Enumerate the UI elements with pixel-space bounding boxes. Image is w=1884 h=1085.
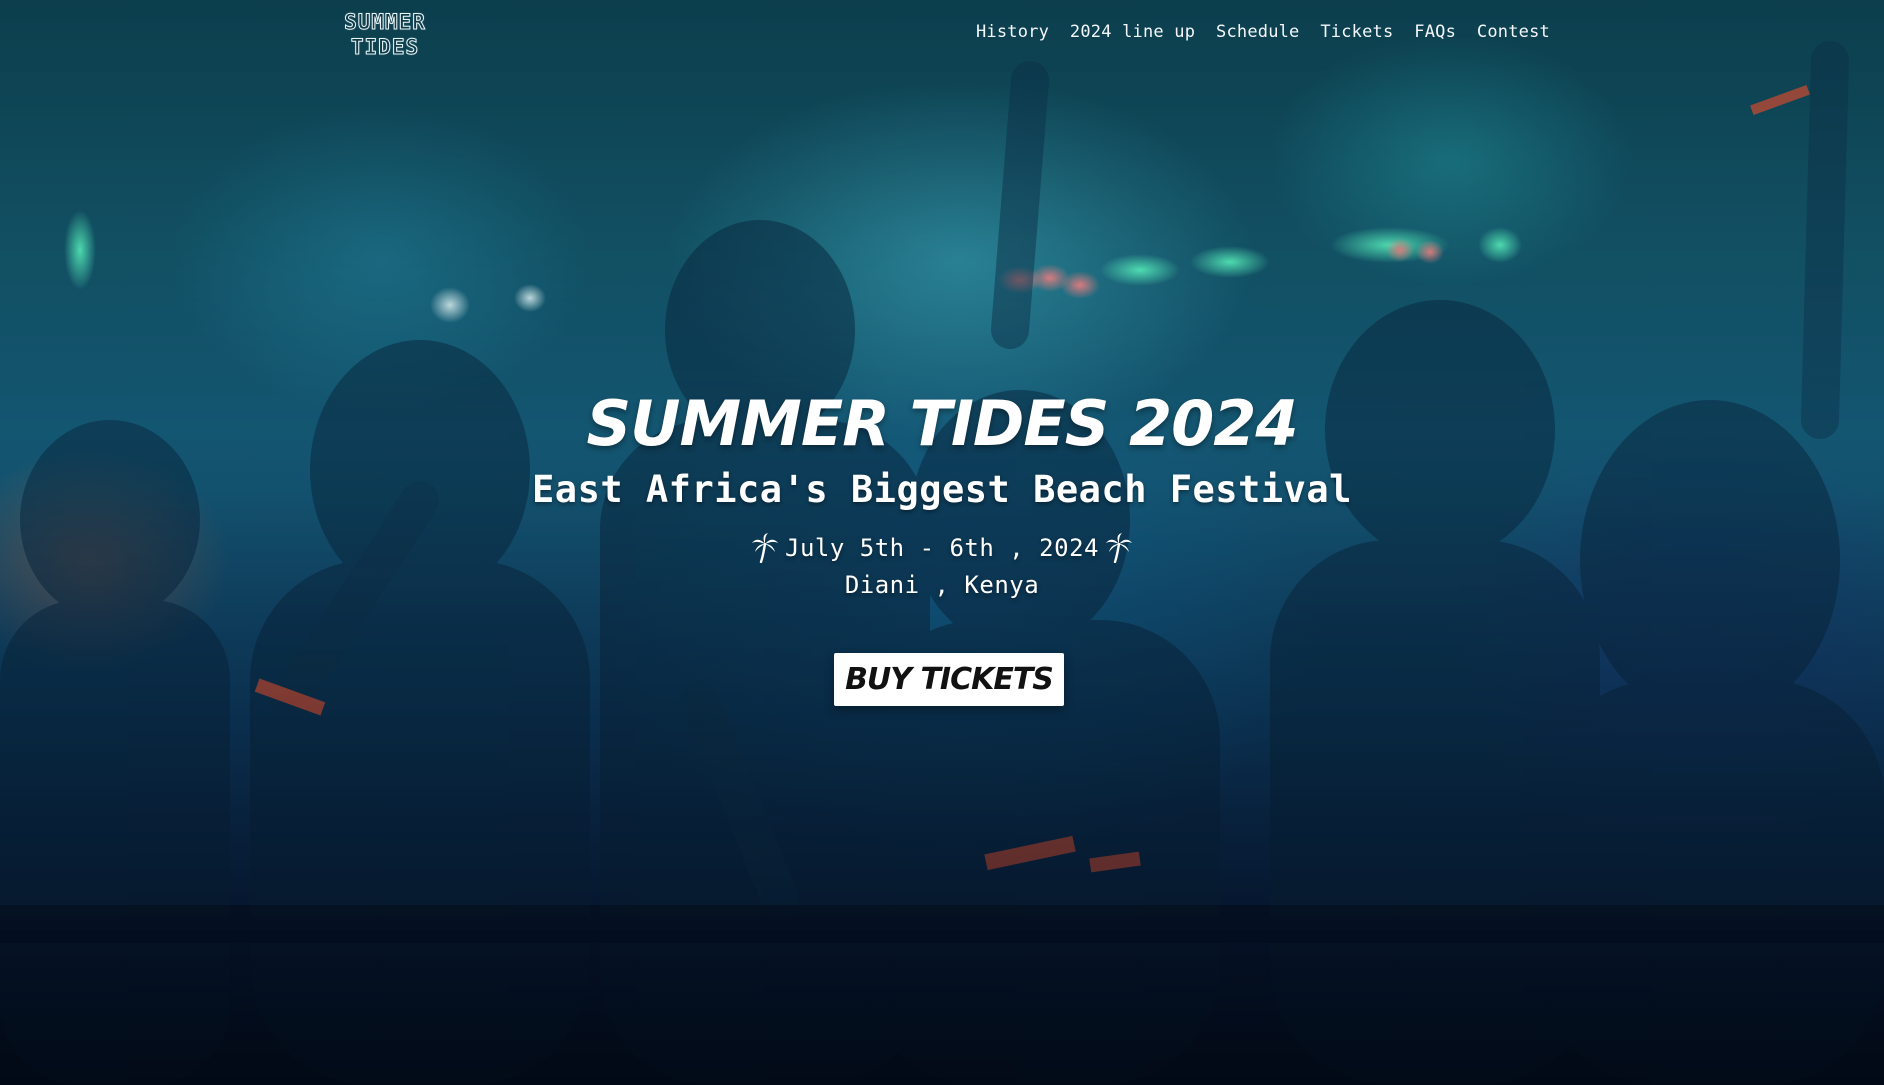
nav-link-history[interactable]: History <box>976 22 1049 42</box>
palm-tree-icon <box>1105 533 1132 563</box>
nav-item-schedule: Schedule <box>1216 22 1299 42</box>
site-logo[interactable]: SUMMER TIDES <box>330 10 440 60</box>
event-dates-text: July 5th - 6th , 2024 <box>785 534 1099 562</box>
hero-subtitle: East Africa's Biggest Beach Festival <box>532 468 1352 511</box>
nav-item-lineup: 2024 line up <box>1070 22 1195 42</box>
nav-item-contest: Contest <box>1477 22 1550 42</box>
main-nav: History 2024 line up Schedule Tickets FA… <box>976 22 1550 42</box>
nav-link-tickets[interactable]: Tickets <box>1320 22 1393 42</box>
hero-title: SUMMER TIDES 2024 <box>586 387 1298 460</box>
nav-link-contest[interactable]: Contest <box>1477 22 1550 42</box>
buy-tickets-button[interactable]: BUY TICKETS <box>834 653 1064 706</box>
logo-line-1: SUMMER <box>344 10 426 35</box>
event-location: Diani , Kenya <box>844 571 1040 599</box>
logo-line-2: TIDES <box>350 35 420 60</box>
nav-item-faqs: FAQs <box>1414 22 1456 42</box>
nav-item-history: History <box>976 22 1049 42</box>
nav-link-lineup[interactable]: 2024 line up <box>1070 22 1195 42</box>
palm-tree-icon <box>752 533 779 563</box>
nav-link-faqs[interactable]: FAQs <box>1414 22 1456 42</box>
event-dates: July 5th - 6th , 2024 <box>0 533 1884 563</box>
nav-link-schedule[interactable]: Schedule <box>1216 22 1299 42</box>
nav-item-tickets: Tickets <box>1320 22 1393 42</box>
hero-section: SUMMER TIDES History 2024 line up Schedu… <box>0 0 1884 1085</box>
